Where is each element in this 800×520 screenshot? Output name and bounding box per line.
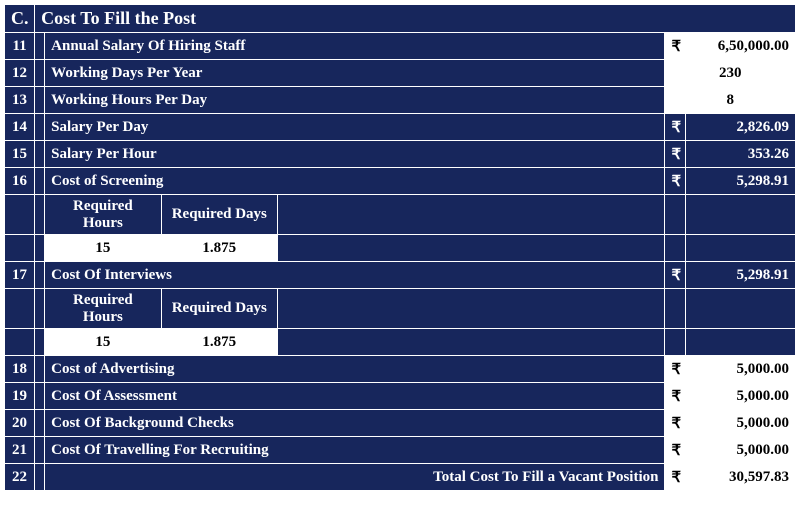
row-number: 19 <box>5 383 35 410</box>
required-days-header: Required Days <box>161 289 277 329</box>
total-value: 30,597.83 <box>685 464 795 491</box>
row-value: 2,826.09 <box>685 114 795 141</box>
total-label: Total Cost To Fill a Vacant Position <box>45 464 665 491</box>
row-number: 13 <box>5 87 35 114</box>
currency-symbol: ₹ <box>665 437 685 464</box>
currency-symbol: ₹ <box>665 262 685 289</box>
required-days-header: Required Days <box>161 195 277 235</box>
row-value: 5,298.91 <box>685 168 795 195</box>
cost-table: C. Cost To Fill the Post 11 Annual Salar… <box>4 4 796 491</box>
currency-symbol: ₹ <box>665 141 685 168</box>
required-hours-header: Required Hours <box>45 289 161 329</box>
interview-days: 1.875 <box>161 329 277 356</box>
interview-hours: 15 <box>45 329 161 356</box>
currency-symbol: ₹ <box>665 168 685 195</box>
currency-symbol: ₹ <box>665 356 685 383</box>
row-value: 8 <box>665 87 796 114</box>
row-label: Cost Of Background Checks <box>45 410 665 437</box>
section-letter: C. <box>5 5 35 33</box>
row-number: 17 <box>5 262 35 289</box>
row-label: Cost Of Travelling For Recruiting <box>45 437 665 464</box>
currency-symbol: ₹ <box>665 383 685 410</box>
section-title: Cost To Fill the Post <box>35 5 796 33</box>
row-number: 18 <box>5 356 35 383</box>
screening-hours: 15 <box>45 235 161 262</box>
currency-symbol: ₹ <box>665 33 685 60</box>
currency-symbol: ₹ <box>665 464 685 491</box>
row-number: 15 <box>5 141 35 168</box>
currency-symbol: ₹ <box>665 114 685 141</box>
screening-days: 1.875 <box>161 235 277 262</box>
row-number: 12 <box>5 60 35 87</box>
row-value: 5,000.00 <box>685 437 795 464</box>
row-number: 21 <box>5 437 35 464</box>
row-label: Working Days Per Year <box>45 60 665 87</box>
row-label: Cost Of Interviews <box>45 262 665 289</box>
row-label: Cost of Advertising <box>45 356 665 383</box>
row-value: 6,50,000.00 <box>685 33 795 60</box>
row-number: 11 <box>5 33 35 60</box>
row-label: Working Hours Per Day <box>45 87 665 114</box>
row-label: Salary Per Hour <box>45 141 665 168</box>
row-label: Cost Of Assessment <box>45 383 665 410</box>
row-number: 14 <box>5 114 35 141</box>
row-value: 230 <box>665 60 796 87</box>
row-value: 5,000.00 <box>685 383 795 410</box>
row-label: Salary Per Day <box>45 114 665 141</box>
row-label: Annual Salary Of Hiring Staff <box>45 33 665 60</box>
row-number: 20 <box>5 410 35 437</box>
row-value: 353.26 <box>685 141 795 168</box>
row-value: 5,298.91 <box>685 262 795 289</box>
row-value: 5,000.00 <box>685 410 795 437</box>
row-label: Cost of Screening <box>45 168 665 195</box>
row-value: 5,000.00 <box>685 356 795 383</box>
currency-symbol: ₹ <box>665 410 685 437</box>
row-number: 16 <box>5 168 35 195</box>
required-hours-header: Required Hours <box>45 195 161 235</box>
row-number: 22 <box>5 464 35 491</box>
